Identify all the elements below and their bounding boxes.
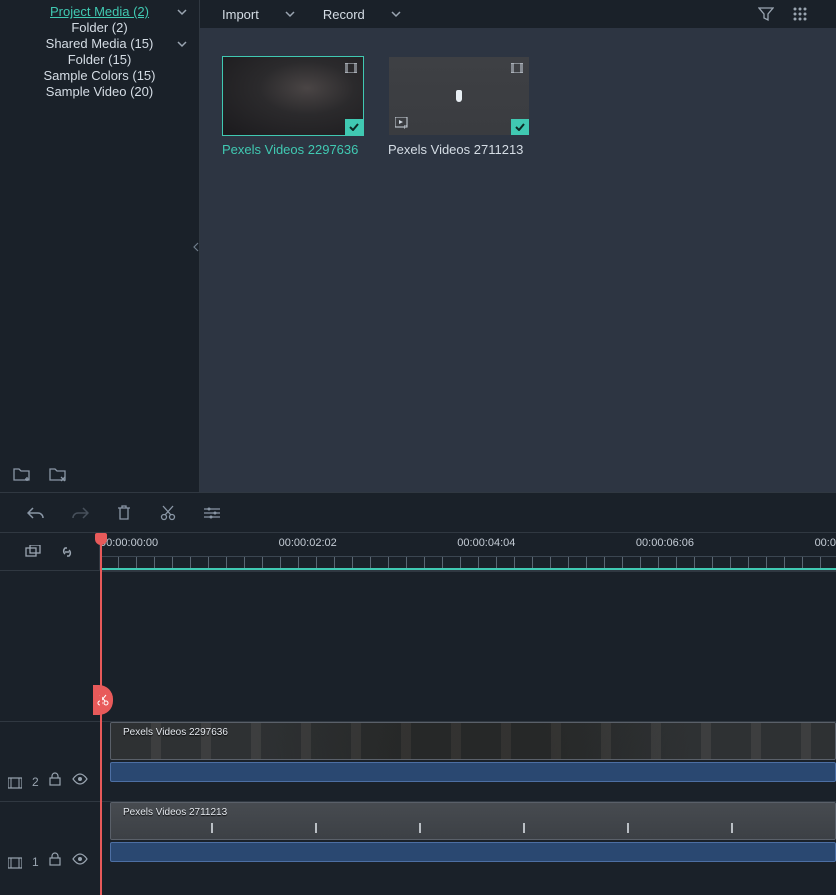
adjust-icon[interactable]	[202, 503, 222, 523]
media-browser: Import Record	[200, 0, 836, 492]
tree-item-project-media[interactable]: Project Media (2)	[6, 4, 193, 20]
sidebar-footer	[0, 456, 199, 492]
time-ruler[interactable]: 00:00:00:00 00:00:02:02 00:00:04:04 00:0…	[100, 533, 836, 570]
import-button[interactable]: Import	[222, 7, 295, 22]
link-icon[interactable]	[57, 542, 77, 562]
audio-clip[interactable]	[110, 762, 836, 782]
autofit-icon[interactable]	[23, 542, 43, 562]
media-item[interactable]: Pexels Videos 2297636	[222, 56, 364, 157]
chevron-down-icon[interactable]	[175, 39, 189, 49]
clip-label: Pexels Videos 2711213	[123, 807, 227, 818]
eye-icon[interactable]	[72, 849, 88, 869]
lock-icon[interactable]	[49, 769, 62, 789]
timeline-options	[0, 533, 100, 570]
track-header: 1	[0, 801, 100, 881]
redo-icon[interactable]	[70, 503, 90, 523]
media-item[interactable]: P Pexels Videos 2711213	[388, 56, 530, 157]
track-empty-space[interactable]	[0, 571, 836, 721]
checkmark-icon	[511, 119, 529, 135]
track-lane[interactable]: Pexels Videos 2297636	[100, 721, 836, 801]
playhead[interactable]	[100, 533, 102, 895]
ruler-mark: 00:00:04:04	[457, 537, 515, 549]
eye-icon[interactable]	[72, 769, 88, 789]
folder-tree: Project Media (2) Folder (2) Shared Medi…	[0, 0, 199, 456]
audio-clip[interactable]	[110, 842, 836, 862]
tree-label: Project Media (2)	[24, 4, 175, 20]
clip-label: Pexels Videos 2297636	[123, 727, 228, 738]
tree-item-folder-2[interactable]: Folder (2)	[6, 20, 193, 36]
media-toolbar: Import Record	[200, 0, 836, 28]
ruler-mark: 00:00:02:02	[279, 537, 337, 549]
track-header: 2	[0, 721, 100, 801]
add-folder-icon[interactable]	[12, 464, 32, 484]
track-number: 2	[32, 775, 39, 789]
media-sidebar: Project Media (2) Folder (2) Shared Medi…	[0, 0, 200, 492]
film-icon	[511, 63, 523, 73]
timeline-clip[interactable]: Pexels Videos 2711213	[110, 802, 836, 840]
timeline-pane: 00:00:00:00 00:00:02:02 00:00:04:04 00:0…	[0, 492, 836, 895]
ruler-mark: 00:00:06:06	[636, 537, 694, 549]
thumbnail-image	[389, 57, 529, 135]
checkmark-icon	[345, 119, 363, 135]
ruler-mark: 00:0	[815, 537, 836, 549]
chevron-down-icon[interactable]	[175, 7, 189, 17]
timeline: 00:00:00:00 00:00:02:02 00:00:04:04 00:0…	[0, 533, 836, 895]
tracks-area: 2 Pexels Videos 2297636 1	[0, 571, 836, 895]
remove-folder-icon[interactable]	[48, 464, 68, 484]
ruler-mark: 00:00:00:00	[100, 537, 158, 549]
track-type-icon	[8, 857, 22, 869]
track-number: 1	[32, 855, 39, 869]
track-lane[interactable]: Pexels Videos 2711213	[100, 801, 836, 881]
media-thumbnail: P	[388, 56, 530, 136]
lock-icon[interactable]	[49, 849, 62, 869]
film-icon	[345, 63, 357, 73]
media-thumbnail	[222, 56, 364, 136]
video-track-2: 2 Pexels Videos 2297636	[0, 721, 836, 801]
collapse-panel-icon[interactable]	[192, 240, 200, 254]
media-caption: Pexels Videos 2297636	[222, 142, 364, 157]
playhead-handle-icon	[95, 533, 107, 545]
tree-item-sample-colors[interactable]: Sample Colors (15)	[6, 68, 193, 84]
timeline-clip[interactable]: Pexels Videos 2297636	[110, 722, 836, 760]
undo-icon[interactable]	[26, 503, 46, 523]
tree-item-sample-video[interactable]: Sample Video (20)	[6, 84, 193, 100]
filter-icon[interactable]	[756, 4, 776, 24]
cut-icon[interactable]	[158, 503, 178, 523]
media-grid: Pexels Videos 2297636 P Pexels Videos 27…	[200, 28, 836, 185]
tree-item-shared-media[interactable]: Shared Media (15)	[6, 36, 193, 52]
record-button[interactable]: Record	[323, 7, 401, 22]
ruler-ticks	[100, 556, 836, 570]
grid-view-icon[interactable]	[790, 4, 810, 24]
media-caption: Pexels Videos 2711213	[388, 142, 530, 157]
thumbnail-image	[223, 57, 363, 135]
tree-item-folder-15[interactable]: Folder (15)	[6, 52, 193, 68]
video-track-1: 1 Pexels Videos 2711213	[0, 801, 836, 881]
chevron-down-icon	[391, 9, 401, 19]
proxy-icon: P	[395, 117, 409, 129]
delete-icon[interactable]	[114, 503, 134, 523]
track-type-icon	[8, 777, 22, 789]
tree-label: Shared Media (15)	[24, 36, 175, 52]
edit-toolbar	[0, 493, 836, 533]
chevron-down-icon	[285, 9, 295, 19]
